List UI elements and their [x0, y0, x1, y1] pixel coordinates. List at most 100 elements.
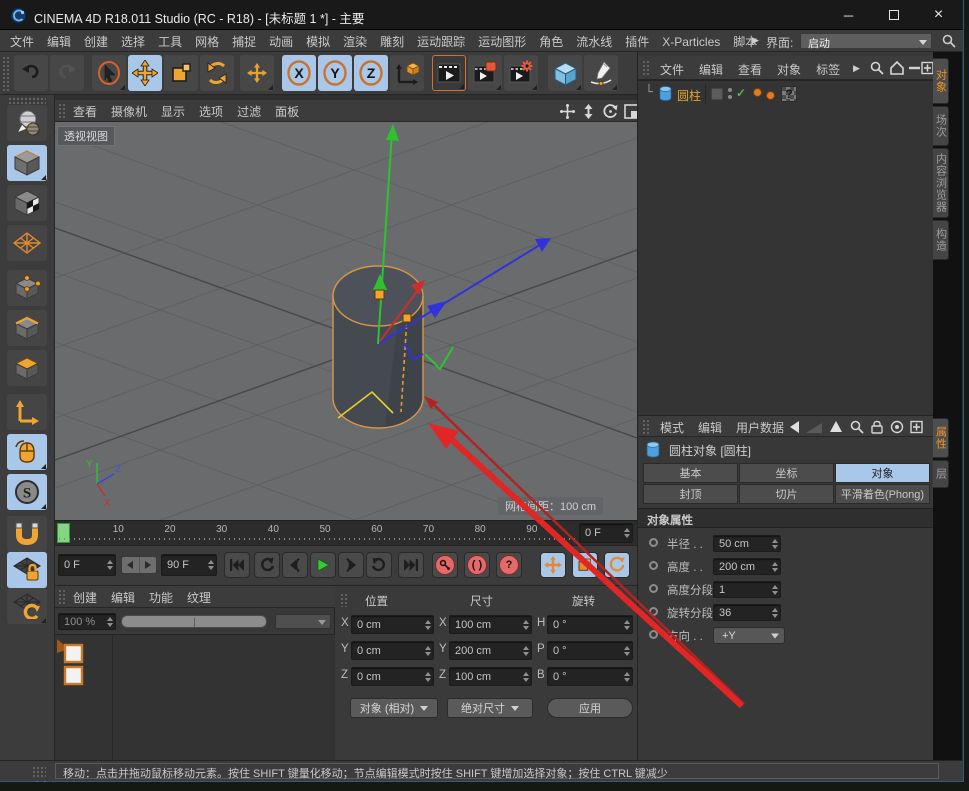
- coordinate-system-button[interactable]: [390, 55, 424, 91]
- apply-button[interactable]: 应用: [547, 698, 633, 718]
- tab-caps[interactable]: 封顶: [643, 484, 738, 504]
- search-icon[interactable]: [870, 61, 884, 75]
- menu-item[interactable]: 工具: [158, 33, 182, 50]
- menu-item[interactable]: 文件: [10, 33, 34, 50]
- viewport-menu-item[interactable]: 选项: [199, 103, 223, 120]
- material-filter-dropdown[interactable]: [275, 614, 331, 629]
- spline-pen-button[interactable]: [584, 55, 618, 91]
- object-manager-menu-item[interactable]: 对象: [777, 61, 801, 78]
- coordinates-grip[interactable]: [340, 593, 347, 607]
- size-value-field[interactable]: 100 cm: [449, 615, 532, 634]
- pos-value-field[interactable]: 0 cm: [351, 615, 434, 634]
- visibility-dot-top[interactable]: [728, 88, 732, 92]
- range-start-field[interactable]: 0 F: [58, 554, 116, 576]
- primitive-cube-button[interactable]: [548, 55, 582, 91]
- object-name[interactable]: 圆柱: [677, 87, 701, 104]
- radius-field[interactable]: 50 cm: [713, 535, 781, 552]
- editor-visibility-dot[interactable]: [753, 88, 762, 97]
- anim-dot[interactable]: [649, 607, 658, 616]
- viewport-pan-icon[interactable]: [560, 104, 575, 119]
- dock-tab-takes[interactable]: 场次: [933, 106, 949, 146]
- viewport-menu-item[interactable]: 查看: [73, 103, 97, 120]
- undo-button[interactable]: [14, 55, 48, 91]
- menu-item[interactable]: 流水线: [576, 33, 612, 50]
- key-rotation-button[interactable]: [604, 552, 630, 578]
- range-end-field[interactable]: 90 F: [161, 554, 217, 576]
- snap-button[interactable]: S: [7, 474, 47, 510]
- attribute-menu-item[interactable]: 编辑: [698, 419, 722, 436]
- material-menu-item[interactable]: 纹理: [187, 589, 211, 606]
- attribute-grip[interactable]: [642, 419, 649, 435]
- keying-options-button[interactable]: ?: [496, 552, 522, 578]
- material-menu-item[interactable]: 编辑: [111, 589, 135, 606]
- object-manager-body[interactable]: └ 圆柱 ✓ ?: [638, 80, 934, 415]
- attribute-menu-item[interactable]: 模式: [660, 419, 684, 436]
- material-zoom-field[interactable]: 100 %: [58, 613, 116, 630]
- texture-mode-button[interactable]: [7, 185, 47, 221]
- tab-slice[interactable]: 切片: [739, 484, 834, 504]
- size-value-field[interactable]: 100 cm: [449, 667, 532, 686]
- viewport-menu-item[interactable]: 过滤: [237, 103, 261, 120]
- rot-value-field[interactable]: 0 °: [547, 667, 633, 686]
- maximize-button[interactable]: [871, 0, 916, 30]
- spinner[interactable]: [772, 562, 778, 572]
- cylinder-object-icon[interactable]: [659, 86, 672, 101]
- orientation-dropdown[interactable]: +Y: [713, 627, 785, 644]
- current-frame-field[interactable]: 0 F: [579, 523, 633, 543]
- tab-phong[interactable]: 平滑着色(Phong): [835, 484, 930, 504]
- menu-item[interactable]: 渲染: [343, 33, 367, 50]
- viewport-zoom-icon[interactable]: [582, 104, 595, 119]
- play-button[interactable]: [310, 552, 336, 578]
- polygons-mode-button[interactable]: [7, 350, 47, 386]
- anim-dot[interactable]: [649, 630, 658, 639]
- render-region-button[interactable]: [468, 55, 502, 91]
- rot-value-field[interactable]: 0 °: [547, 641, 633, 660]
- menu-item[interactable]: 运动图形: [478, 33, 526, 50]
- dock-tab-content-browser[interactable]: 内容浏览器: [933, 148, 949, 218]
- material-menu-item[interactable]: 创建: [73, 589, 97, 606]
- menu-item[interactable]: X-Particles: [662, 35, 720, 49]
- viewport-menu-item[interactable]: 面板: [275, 103, 299, 120]
- remove-icon[interactable]: [908, 61, 921, 75]
- height-segments-field[interactable]: 1: [713, 581, 781, 598]
- menu-item[interactable]: 编辑: [47, 33, 71, 50]
- workplane-mode-button[interactable]: [7, 225, 47, 261]
- view-label[interactable]: 透视视图: [57, 126, 115, 146]
- back-icon[interactable]: [788, 421, 801, 433]
- menu-overflow-arrow[interactable]: ▶: [853, 63, 860, 74]
- forward-icon[interactable]: [806, 421, 822, 433]
- menu-item[interactable]: 网格: [195, 33, 219, 50]
- object-manager-grip[interactable]: [642, 60, 649, 76]
- object-row[interactable]: └ 圆柱 ✓ ?: [638, 84, 934, 104]
- search-icon[interactable]: [850, 420, 864, 434]
- anim-dot[interactable]: [649, 561, 658, 570]
- menu-item[interactable]: 雕刻: [380, 33, 404, 50]
- menu-item[interactable]: 模拟: [306, 33, 330, 50]
- viewport-menu-item[interactable]: 摄像机: [111, 103, 147, 120]
- close-button[interactable]: ×: [916, 0, 961, 30]
- tab-basic[interactable]: 基本: [643, 463, 738, 483]
- tab-object[interactable]: 对象: [835, 463, 930, 483]
- dock-tab-objects[interactable]: 对象: [933, 58, 949, 104]
- play-backward-button[interactable]: [254, 552, 280, 578]
- points-mode-button[interactable]: [7, 270, 47, 306]
- size-value-field[interactable]: 200 cm: [449, 641, 532, 660]
- axis-mode-button[interactable]: [7, 394, 47, 430]
- key-scale-button[interactable]: [572, 552, 598, 578]
- dock-tab-structure[interactable]: 构造: [933, 220, 949, 260]
- rot-value-field[interactable]: 0 °: [547, 615, 633, 634]
- dock-tab-attributes[interactable]: 属性: [933, 418, 949, 458]
- viewport-menu-item[interactable]: 显示: [161, 103, 185, 120]
- menu-item[interactable]: 选择: [121, 33, 145, 50]
- material-list-area[interactable]: [55, 634, 335, 761]
- spinner[interactable]: [208, 560, 214, 570]
- size-mode-button[interactable]: 绝对尺寸: [447, 698, 533, 718]
- move-tool-button[interactable]: [128, 55, 162, 91]
- spinner[interactable]: [772, 608, 778, 618]
- lock-x-button[interactable]: X: [282, 55, 316, 91]
- timeline-ruler[interactable]: 0102030405060708090 0 F: [55, 520, 637, 545]
- menu-item[interactable]: 捕捉: [232, 33, 256, 50]
- range-next-icon[interactable]: [139, 557, 157, 573]
- spinner[interactable]: [107, 560, 113, 570]
- spinner[interactable]: [772, 585, 778, 595]
